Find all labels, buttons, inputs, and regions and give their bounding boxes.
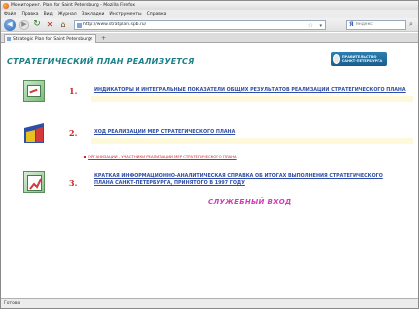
- menu-file[interactable]: Файл: [4, 12, 16, 17]
- close-tab-icon[interactable]: ×: [89, 36, 93, 42]
- home-button[interactable]: ⌂: [58, 20, 68, 30]
- status-bar: Готово: [1, 298, 418, 308]
- bullet-icon: [84, 156, 86, 158]
- back-arrow-icon: ◀: [7, 20, 13, 28]
- menu-bar: Файл Правка Вид Журнал Закладки Инструме…: [1, 10, 418, 18]
- search-icon[interactable]: ⌕: [409, 20, 413, 29]
- tab-label: Strategic Plan for Saint Petersburg: [13, 36, 91, 42]
- reload-icon: ↻: [33, 19, 41, 29]
- search-engine-icon[interactable]: Я: [349, 21, 354, 28]
- menu-view[interactable]: Вид: [44, 12, 53, 17]
- item-number: 2.: [69, 128, 78, 138]
- participants-link-text: ОРГАНИЗАЦИИ - УЧАСТНИКИ РЕАЛИЗАЦИИ МЕР С…: [88, 154, 237, 159]
- menu-help[interactable]: Справка: [147, 12, 167, 17]
- logo-text: ПРАВИТЕЛЬСТВО САНКТ-ПЕТЕРБУРГА: [341, 55, 383, 63]
- new-tab-button[interactable]: +: [101, 35, 106, 42]
- search-box[interactable]: Я: [346, 19, 406, 30]
- item-number: 1.: [69, 86, 78, 96]
- status-text: Готово: [4, 301, 21, 306]
- menu-history[interactable]: Журнал: [58, 12, 77, 17]
- url-input[interactable]: [83, 22, 283, 27]
- page-title: СТРАТЕГИЧЕСКИЙ ПЛАН РЕАЛИЗУЕТСЯ: [7, 57, 195, 66]
- tab-active[interactable]: Strategic Plan for Saint Petersburg ×: [4, 34, 96, 43]
- page-content: СТРАТЕГИЧЕСКИЙ ПЛАН РЕАЛИЗУЕТСЯ ПРАВИТЕЛ…: [1, 44, 418, 298]
- measures-progress-link[interactable]: ХОД РЕАЛИЗАЦИИ МЕР СТРАТЕГИЧЕСКОГО ПЛАНА: [94, 130, 235, 135]
- stop-icon: ✕: [46, 19, 54, 29]
- site-favicon: [77, 22, 82, 28]
- item-number: 3.: [69, 178, 78, 188]
- browser-window: Мониторинг. Plan for Saint Petersburg - …: [0, 0, 419, 309]
- summary-report-icon[interactable]: [23, 171, 45, 193]
- tab-strip: Strategic Plan for Saint Petersburg × +: [1, 33, 418, 43]
- bookmark-star-icon[interactable]: ☆: [308, 22, 313, 29]
- navigation-toolbar: ◀ ▶ ↻ ✕ ⌂ ☆ ▾ Я ⌕: [1, 18, 418, 32]
- search-input[interactable]: [355, 22, 396, 27]
- firefox-icon: [3, 2, 9, 9]
- back-button[interactable]: ◀: [4, 18, 16, 31]
- window-title: Мониторинг. Plan for Saint Petersburg - …: [11, 3, 136, 8]
- coat-of-arms-icon: [333, 54, 340, 64]
- forward-button[interactable]: ▶: [19, 19, 29, 30]
- tab-favicon: [7, 37, 11, 41]
- highlight-bar: [91, 138, 413, 144]
- service-login-link[interactable]: СЛУЖЕБНЫЙ ВХОД: [208, 198, 292, 206]
- reload-button[interactable]: ↻: [32, 20, 42, 30]
- highlight-bar: [91, 96, 413, 102]
- forward-arrow-icon: ▶: [21, 20, 27, 28]
- home-icon: ⌂: [60, 19, 66, 29]
- government-logo[interactable]: ПРАВИТЕЛЬСТВО САНКТ-ПЕТЕРБУРГА: [331, 52, 387, 66]
- menu-edit[interactable]: Правка: [21, 12, 38, 17]
- address-bar[interactable]: ☆ ▾: [74, 19, 326, 30]
- summary-report-link-line2[interactable]: ПЛАНА САНКТ-ПЕТЕРБУРГА, ПРИНЯТОГО В 1997…: [94, 181, 245, 186]
- measures-progress-icon[interactable]: [23, 122, 45, 144]
- url-dropdown-icon[interactable]: ▾: [319, 23, 322, 29]
- stop-button[interactable]: ✕: [45, 20, 55, 30]
- title-bar: Мониторинг. Plan for Saint Petersburg - …: [1, 1, 418, 10]
- indicators-chart-icon[interactable]: [23, 80, 45, 102]
- indicators-link[interactable]: ИНДИКАТОРЫ И ИНТЕГРАЛЬНЫЕ ПОКАЗАТЕЛИ ОБЩ…: [94, 88, 406, 93]
- summary-report-link-line1[interactable]: КРАТКАЯ ИНФОРМАЦИОННО-АНАЛИТИЧЕСКАЯ СПРА…: [94, 174, 383, 179]
- menu-bookmarks[interactable]: Закладки: [82, 12, 105, 17]
- menu-tools[interactable]: Инструменты: [109, 12, 141, 17]
- participants-link[interactable]: ОРГАНИЗАЦИИ - УЧАСТНИКИ РЕАЛИЗАЦИИ МЕР С…: [84, 154, 237, 159]
